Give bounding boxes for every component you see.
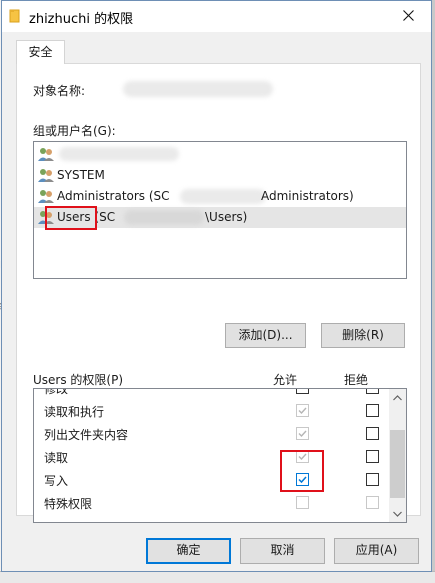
title-bar[interactable]: zhizhuchi 的权限: [2, 1, 431, 32]
deny-checkbox[interactable]: [366, 473, 379, 486]
cancel-button[interactable]: 取消: [240, 538, 325, 564]
permission-row: 写入: [34, 468, 389, 491]
user-name-redacted: [59, 147, 179, 161]
allow-column-header: 允许: [273, 373, 298, 387]
permission-row: 读取和执行: [34, 399, 389, 422]
permission-name: 读取和执行: [44, 405, 105, 419]
highlight-box-write: [280, 450, 324, 492]
permissions-label: Users 的权限(P): [33, 373, 124, 387]
scroll-up-button[interactable]: [389, 389, 406, 406]
security-tab-panel: 对象名称: 组或用户名(G): SYSTEM Administrators (S…: [16, 63, 421, 523]
scroll-down-button[interactable]: [389, 505, 406, 522]
permission-name: 写入: [44, 474, 69, 488]
deny-checkbox[interactable]: [366, 427, 379, 440]
apply-button[interactable]: 应用(A): [334, 538, 419, 564]
close-button[interactable]: [385, 1, 431, 32]
deny-checkbox[interactable]: [366, 404, 379, 417]
highlight-box-users: [45, 206, 97, 230]
user-label: Administrators (SC: [57, 189, 170, 203]
deny-checkbox[interactable]: [366, 450, 379, 463]
tab-security[interactable]: 安全: [16, 40, 65, 64]
list-item-user-2[interactable]: Administrators (SC Administrators): [34, 186, 406, 207]
allow-checkbox[interactable]: [296, 404, 309, 417]
allow-checkbox[interactable]: [296, 496, 309, 509]
folder-icon: [9, 9, 21, 23]
permissions-listbox[interactable]: 修改 读取和执行 列出文件夹内容 读取 写入 特殊权限: [33, 388, 407, 523]
user-name-redacted: [180, 189, 266, 204]
window-title: zhizhuchi 的权限: [29, 12, 134, 27]
allow-checkbox[interactable]: [296, 427, 309, 440]
deny-column-header: 拒绝: [344, 373, 369, 387]
permission-name: 读取: [44, 451, 69, 465]
deny-checkbox[interactable]: [366, 496, 379, 509]
users-listbox[interactable]: SYSTEM Administrators (SC Administrators…: [33, 141, 407, 279]
user-name-redacted: [124, 210, 204, 225]
chevron-up-icon: [393, 394, 402, 400]
permission-name: 修改: [44, 388, 69, 396]
users-group-icon: [38, 168, 54, 183]
permission-name: 列出文件夹内容: [44, 428, 129, 442]
ok-button[interactable]: 确定: [146, 538, 231, 564]
scroll-thumb[interactable]: [390, 430, 405, 498]
list-item-user-1[interactable]: SYSTEM: [34, 165, 406, 186]
permission-row: 特殊权限: [34, 491, 389, 514]
deny-checkbox[interactable]: [366, 389, 379, 394]
dialog-client-area: 安全 对象名称: 组或用户名(G): SYSTEM Administrators…: [2, 32, 431, 571]
permissions-dialog: zhizhuchi 的权限 安全 对象名称: 组或用户名(G): SYSTEM …: [1, 0, 432, 572]
users-group-icon: [38, 189, 54, 204]
list-item-user-0[interactable]: [34, 144, 406, 165]
users-group-icon: [38, 147, 54, 162]
checkmark-icon: [298, 430, 307, 438]
allow-checkbox[interactable]: [296, 389, 309, 394]
user-label: SYSTEM: [57, 168, 105, 182]
permission-name: 特殊权限: [44, 497, 93, 511]
object-name-value-redacted: [123, 81, 273, 97]
object-name-label: 对象名称:: [33, 84, 86, 98]
background-window-bottom: [0, 571, 435, 583]
add-button[interactable]: 添加(D)...: [225, 323, 306, 348]
groups-label: 组或用户名(G):: [33, 124, 116, 138]
permission-row: 列出文件夹内容: [34, 422, 389, 445]
close-icon: [402, 9, 414, 24]
user-label-suffix: \Users): [205, 210, 248, 224]
chevron-down-icon: [393, 511, 402, 517]
permission-row: 修改: [34, 388, 389, 399]
user-label-suffix: Administrators): [261, 189, 354, 203]
permissions-scrollbar[interactable]: [389, 389, 406, 522]
checkmark-icon: [298, 407, 307, 415]
remove-button[interactable]: 删除(R): [321, 323, 405, 348]
permission-row: 读取: [34, 445, 389, 468]
